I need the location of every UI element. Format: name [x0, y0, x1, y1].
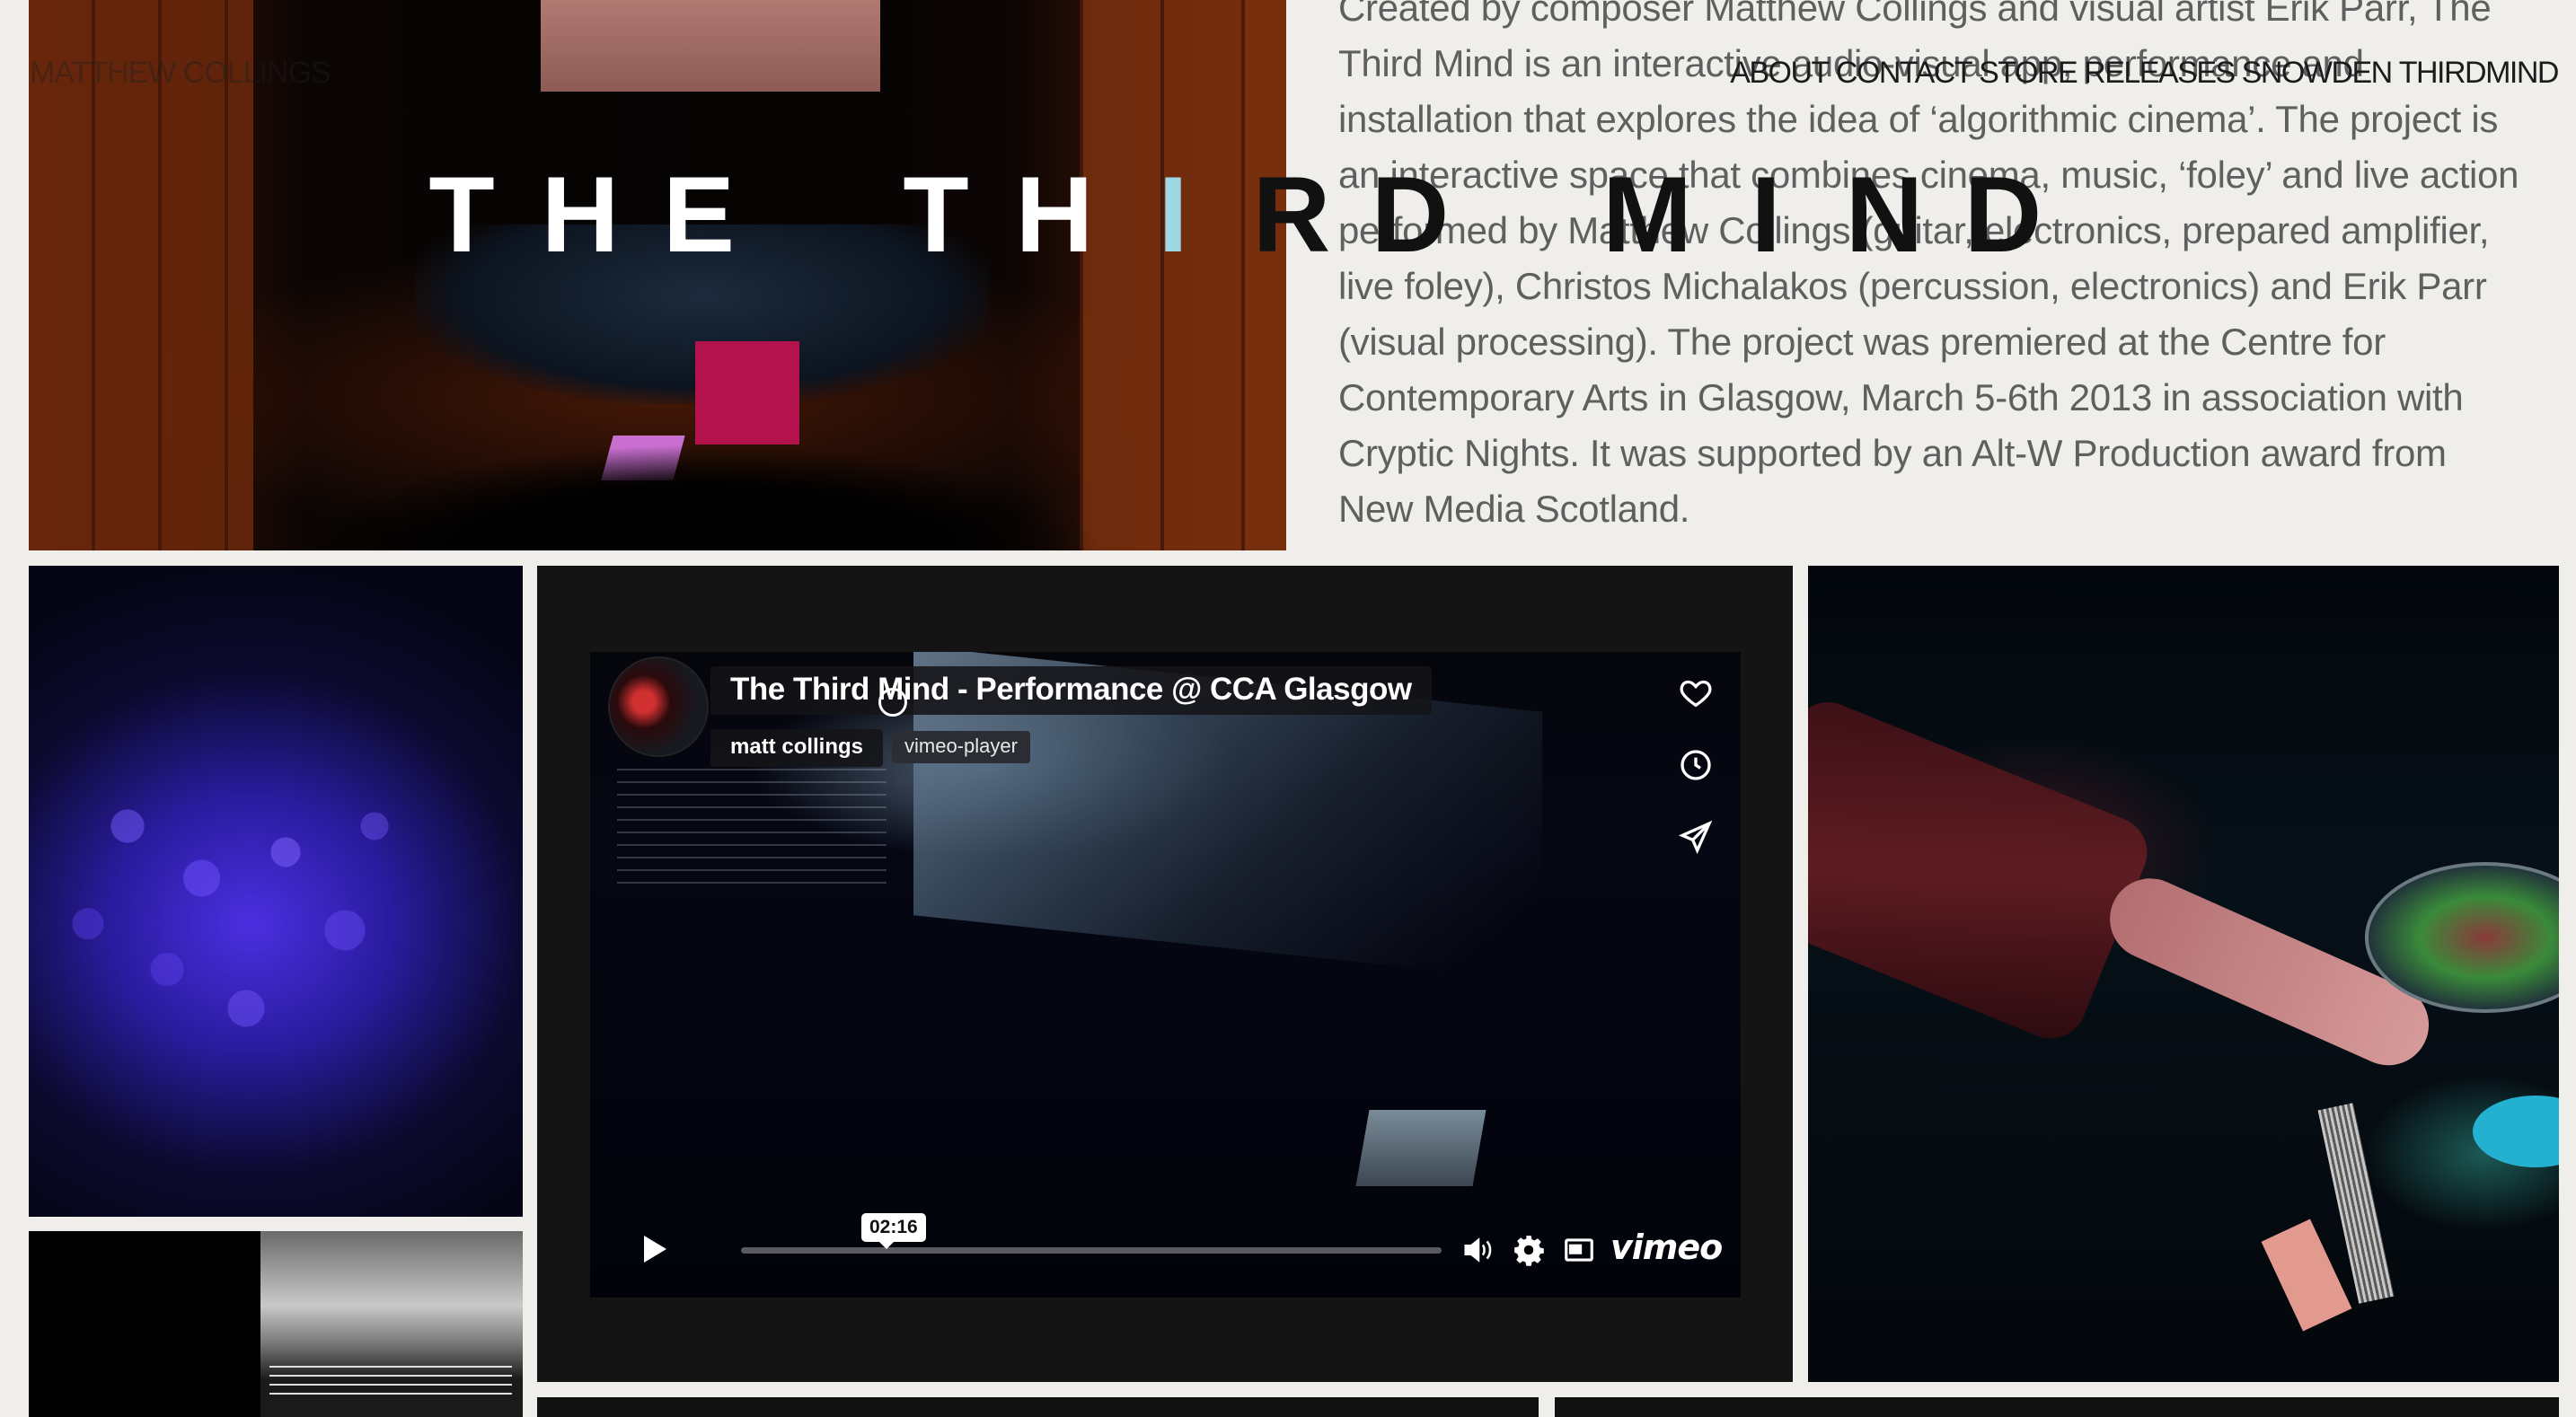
title-letter: D — [1963, 154, 2042, 275]
video-author[interactable]: matt collings — [710, 729, 884, 767]
title-letter: N — [1845, 154, 1924, 275]
mouse-cursor-icon — [878, 688, 907, 717]
heart-icon[interactable] — [1678, 675, 1714, 711]
gallery-image-bottom-right[interactable] — [1555, 1397, 2559, 1417]
title-letter: E — [662, 154, 736, 275]
nav-contact[interactable]: CONTACT — [1836, 56, 1973, 91]
player-controls: 02:16 vimeo — [590, 1213, 1741, 1298]
site-brand[interactable]: MATTHEW COLLINGS — [30, 56, 331, 91]
gallery-image-bw-projection[interactable] — [29, 1231, 523, 1417]
title-letter: I — [1751, 154, 1781, 275]
nav-releases[interactable]: RELEASES — [2084, 56, 2236, 91]
volume-icon[interactable] — [1461, 1233, 1495, 1267]
picture-in-picture-icon[interactable] — [1562, 1233, 1596, 1267]
gallery-image-blue-stones[interactable] — [29, 566, 523, 1217]
tooltip: vimeo-player — [892, 731, 1030, 763]
main-nav: ABOUT CONTACT STORE RELEASES SNOWDEN THI… — [1723, 56, 2560, 91]
nav-about[interactable]: ABOUT — [1730, 56, 1830, 91]
duration-label: 02:16 — [861, 1213, 926, 1249]
title-letter: H — [541, 154, 620, 275]
title-letter: T — [428, 154, 495, 275]
vimeo-logo[interactable]: vimeo — [1610, 1228, 1723, 1267]
gear-icon[interactable] — [1512, 1233, 1546, 1267]
title-letter: D — [1371, 154, 1450, 275]
gallery-image-hand[interactable] — [1808, 566, 2559, 1382]
send-icon[interactable] — [1678, 819, 1714, 855]
title-letter: T — [903, 154, 969, 275]
nav-thirdmind[interactable]: THIRDMIND — [2399, 56, 2560, 91]
title-letter: M — [1602, 154, 1692, 275]
hero-title: T H E T H I R D M I N D — [402, 153, 2062, 277]
title-space — [758, 153, 877, 277]
page: Created by composer Matthew Collings and… — [0, 0, 2576, 1417]
title-letter: H — [1015, 154, 1094, 275]
vimeo-player[interactable]: The Third Mind - Performance @ CCA Glasg… — [590, 652, 1741, 1298]
player-side-actions — [1678, 675, 1714, 855]
gallery-image-bottom-left[interactable] — [537, 1397, 1539, 1417]
title-space — [1469, 153, 1588, 277]
progress-bar[interactable]: 02:16 — [741, 1213, 1442, 1254]
title-letter: R — [1252, 154, 1331, 275]
video-title[interactable]: The Third Mind - Performance @ CCA Glasg… — [710, 666, 1432, 715]
clock-icon[interactable] — [1678, 747, 1714, 783]
nav-snowden[interactable]: SNOWDEN — [2242, 56, 2394, 91]
nav-store[interactable]: STORE — [1979, 56, 2078, 91]
author-avatar[interactable] — [608, 656, 709, 757]
play-icon[interactable] — [635, 1231, 671, 1267]
title-letter: I — [1158, 154, 1188, 275]
